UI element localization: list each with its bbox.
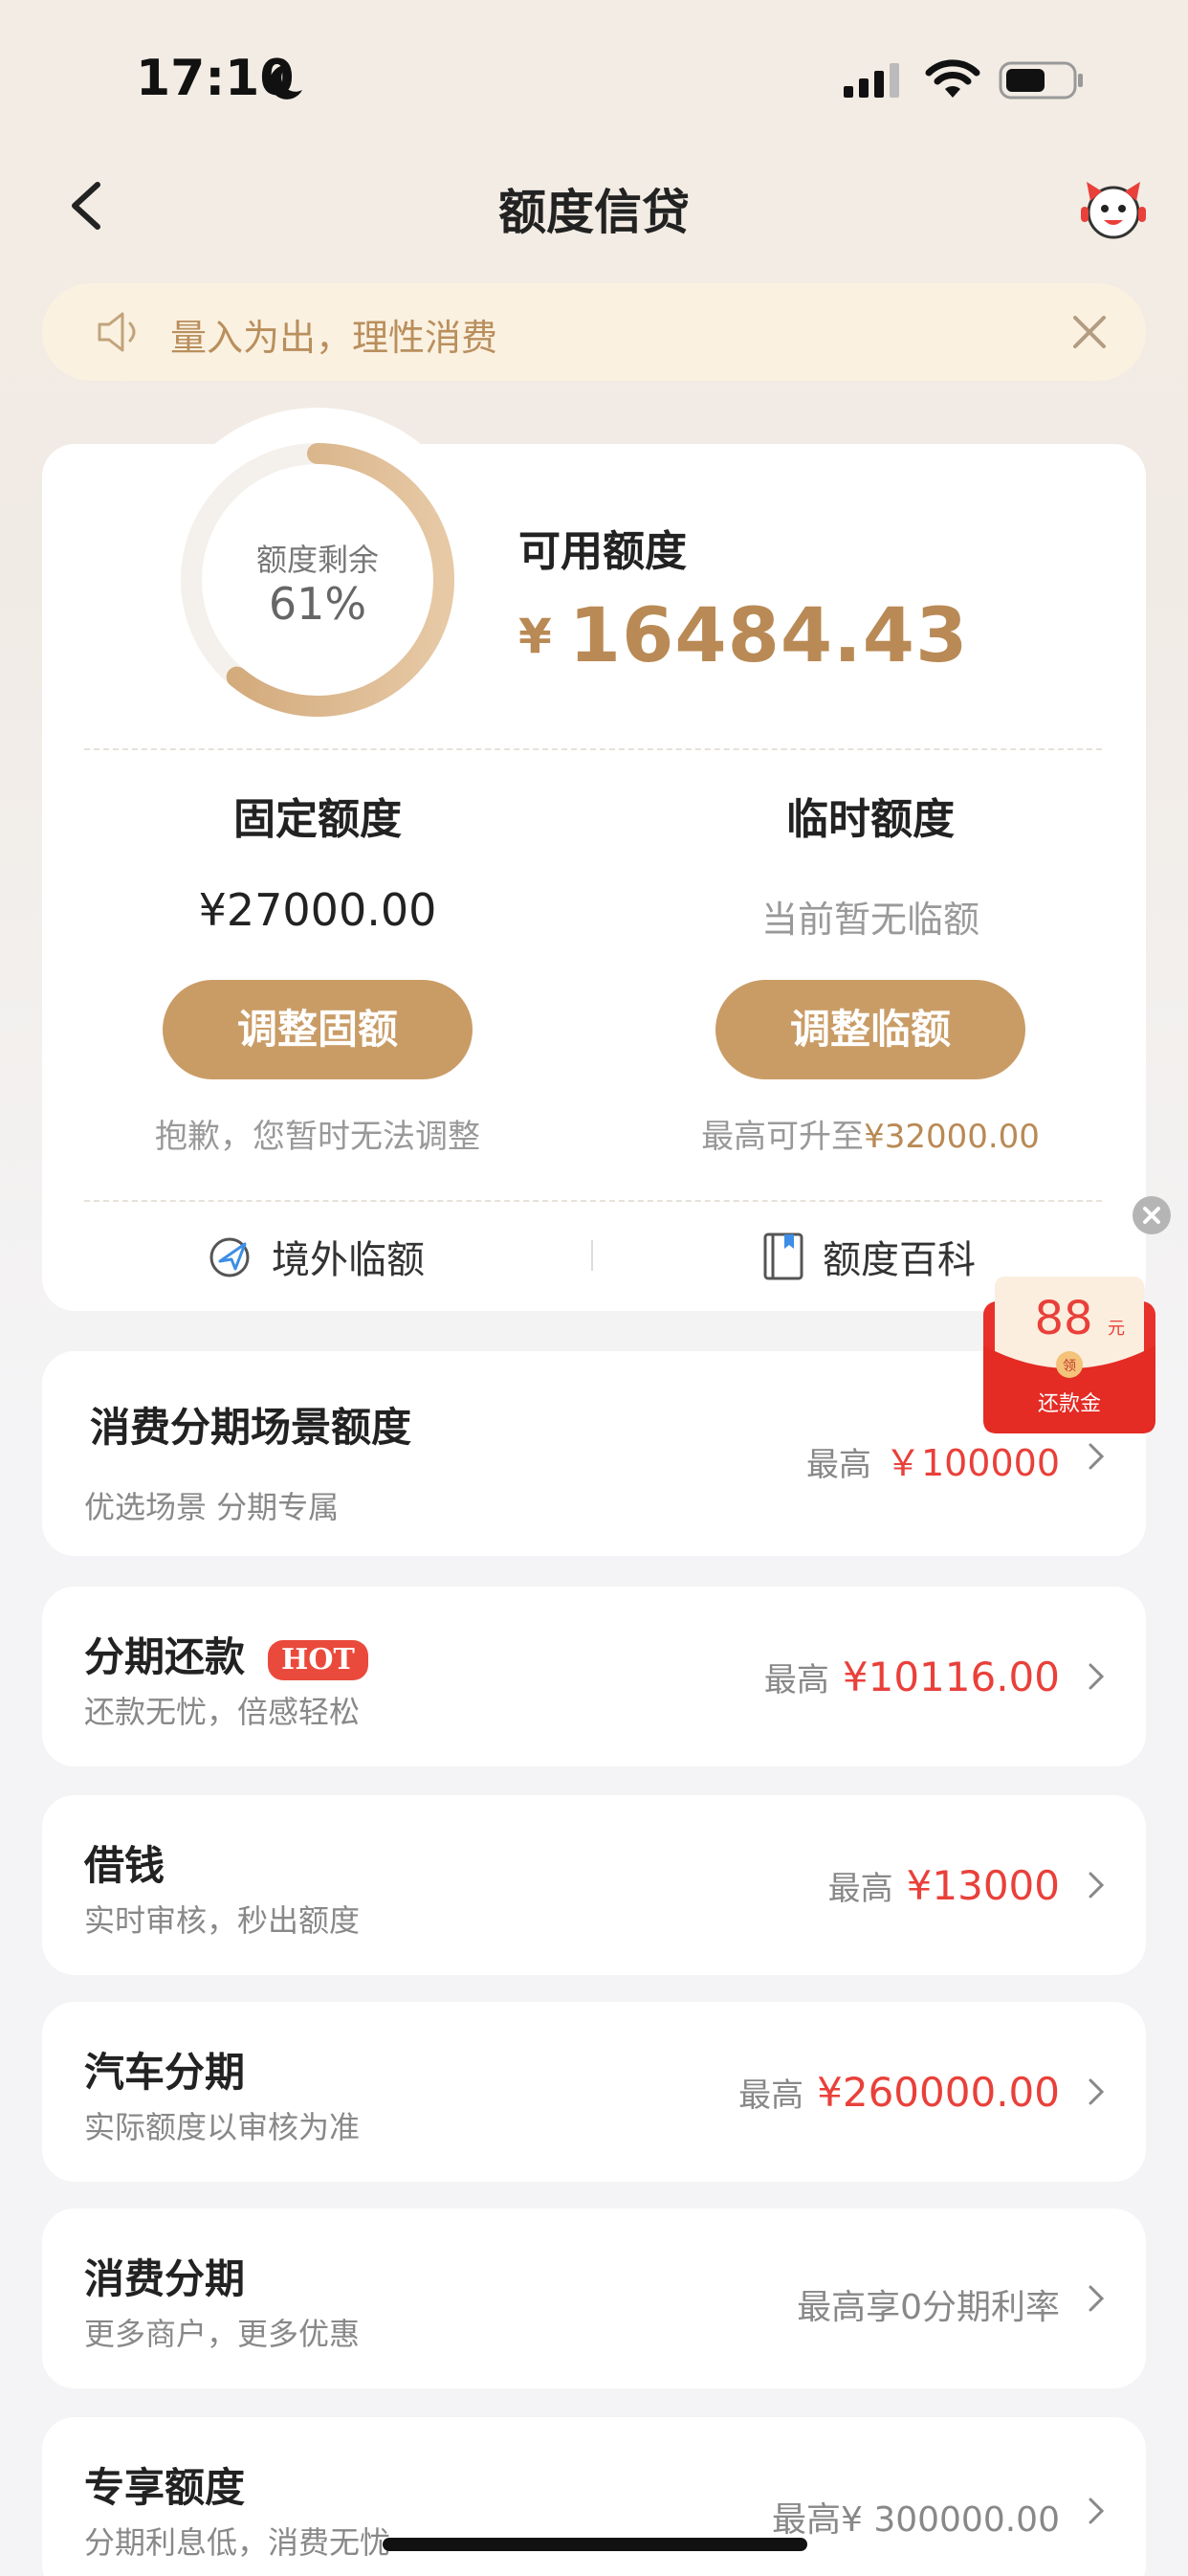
row-amount-prefix: 最高 <box>827 1870 893 1908</box>
temp-quota-value: 当前暂无临额 <box>760 899 979 941</box>
page: 17:10 额度信贷 量入为出，理性消费 额度剩余 61% 可用额度 ¥ 164… <box>0 0 1188 2576</box>
row-title: 专享额度 <box>84 2464 246 2511</box>
promo-amount: 88 <box>1034 1292 1092 1345</box>
fixed-quota-note: 抱歉，您暂时无法调整 <box>155 1118 480 1156</box>
speaker-icon <box>98 312 136 352</box>
promo-unit: 元 <box>1108 1319 1125 1339</box>
fixed-quota-section: 固定额度 ¥27000.00 调整固额 抱歉，您暂时无法调整 <box>50 785 585 1167</box>
list-item[interactable]: 分期还款 HOT 还款无忧，倍感轻松 最高 ¥10116.00 <box>42 1587 1146 1766</box>
fixed-quota-label: 固定额度 <box>233 795 402 844</box>
row-title: 汽车分期 <box>84 2049 246 2096</box>
list-item[interactable]: 消费分期场景额度 优选场景 分期专属 最高 ￥100000 <box>42 1351 1146 1556</box>
ring-label: 额度剩余 <box>255 542 379 578</box>
wifi-icon <box>925 59 980 98</box>
currency-symbol: ¥ <box>518 609 552 664</box>
row-subtitle: 实时审核，秒出额度 <box>84 1902 361 1939</box>
promo-close-button[interactable] <box>1133 1196 1171 1234</box>
overseas-temp-label: 境外临额 <box>272 1238 425 1282</box>
close-icon[interactable] <box>1066 308 1113 356</box>
row-subtitle: 实际额度以审核为准 <box>84 2109 361 2145</box>
row-amount: 最高 ¥10116.00 <box>764 1654 1060 1700</box>
notice-banner: 量入为出，理性消费 <box>42 283 1146 381</box>
available-amount: ¥16484.43 <box>518 593 968 679</box>
quota-links: 境外临额 额度百科 <box>42 1200 1146 1311</box>
notice-text: 量入为出，理性消费 <box>170 317 498 359</box>
available-label: 可用额度 <box>518 527 687 576</box>
row-subtitle: 优选场景 分期专属 <box>84 1489 340 1525</box>
row-amount-prefix: 最高 <box>805 1446 871 1484</box>
row-right-value: 最高享0分期利率 <box>797 2288 1060 2327</box>
moon-icon <box>269 64 302 100</box>
hot-badge: HOT <box>268 1639 368 1680</box>
row-amount: 最高 ￥100000 <box>806 1433 1060 1486</box>
row-right-text: 最高享0分期利率 <box>797 2279 1060 2329</box>
temp-quota-note: 最高可升至¥32000.00 <box>603 1110 1138 1157</box>
svg-text:领: 领 <box>1063 1359 1076 1374</box>
row-amount-prefix: 最高 <box>763 1661 829 1699</box>
globe-plane-icon <box>209 1237 250 1277</box>
red-packet-badge[interactable]: 领 88 元 还款金 <box>983 1277 1155 1433</box>
row-amount: 最高 ¥260000.00 <box>738 2069 1060 2116</box>
cellular-signal-icon <box>844 63 899 98</box>
row-right-text: 最高¥ 300000.00 <box>772 2492 1060 2542</box>
ring-percent: 61% <box>268 578 367 630</box>
temp-quota-section: 临时额度 当前暂无临额 调整临额 最高可升至¥32000.00 <box>603 785 1138 1167</box>
row-amount-value: ￥100000 <box>884 1442 1060 1484</box>
battery-icon <box>999 61 1083 100</box>
list-item[interactable]: 汽车分期 实际额度以审核为准 最高 ¥260000.00 <box>42 2002 1146 2182</box>
row-subtitle: 更多商户，更多优惠 <box>84 2316 361 2352</box>
available-amount-value: 16484.43 <box>568 593 969 679</box>
row-amount-prefix: 最高 <box>738 2076 804 2115</box>
divider <box>84 748 1102 750</box>
row-title: 消费分期场景额度 <box>90 1404 412 1451</box>
temp-note-prefix: 最高可升至 <box>701 1118 865 1156</box>
list-item[interactable]: 消费分期 更多商户，更多优惠 最高享0分期利率 <box>42 2209 1146 2388</box>
row-subtitle: 还款无忧，倍感轻松 <box>84 1694 361 1730</box>
temp-note-amount: ¥32000.00 <box>864 1118 1040 1156</box>
fixed-quota-value: ¥27000.00 <box>198 884 437 936</box>
chevron-right-icon <box>1089 1663 1105 1690</box>
list-item[interactable]: 专享额度 分期利息低，消费无忧 最高¥ 300000.00 <box>42 2417 1146 2576</box>
row-amount: 最高 ¥13000 <box>828 1862 1060 1909</box>
page-title: 额度信贷 <box>498 185 690 240</box>
home-indicator[interactable] <box>383 2538 807 2551</box>
row-title: 借钱 <box>84 1842 165 1889</box>
quota-wiki-link[interactable]: 额度百科 <box>761 1229 976 1284</box>
chevron-right-icon <box>1089 1872 1105 1899</box>
list-item[interactable]: 借钱 实时审核，秒出额度 最高 ¥13000 <box>42 1795 1146 1975</box>
chevron-right-icon <box>1089 2498 1105 2524</box>
nav-bar: 额度信贷 <box>0 153 1188 258</box>
adjust-fixed-button[interactable]: 调整固额 <box>163 980 473 1079</box>
temp-quota-label: 临时额度 <box>786 795 955 844</box>
chevron-right-icon <box>1089 2285 1105 2312</box>
row-amount-value: ¥13000 <box>906 1862 1060 1909</box>
row-subtitle: 分期利息低，消费无忧 <box>84 2524 391 2561</box>
promo-label: 还款金 <box>1038 1392 1101 1416</box>
status-bar: 17:10 <box>0 0 1188 144</box>
row-amount-value: ¥260000.00 <box>817 2069 1060 2116</box>
link-separator <box>591 1240 593 1271</box>
close-icon <box>1143 1207 1160 1224</box>
overseas-temp-link[interactable]: 境外临额 <box>207 1229 425 1284</box>
row-title: 消费分期 <box>84 2255 246 2302</box>
row-amount-value: ¥10116.00 <box>842 1654 1060 1700</box>
book-icon <box>763 1232 803 1280</box>
chevron-right-icon <box>1089 1443 1105 1470</box>
row-title-text: 分期还款 <box>84 1633 246 1680</box>
adjust-temp-button[interactable]: 调整临额 <box>715 980 1025 1079</box>
row-right-value: 最高¥ 300000.00 <box>771 2500 1060 2540</box>
row-title: 分期还款 HOT <box>84 1625 368 1683</box>
chevron-right-icon <box>1089 2078 1105 2105</box>
mascot-icon[interactable] <box>1077 172 1150 245</box>
quota-wiki-label: 额度百科 <box>823 1238 976 1282</box>
